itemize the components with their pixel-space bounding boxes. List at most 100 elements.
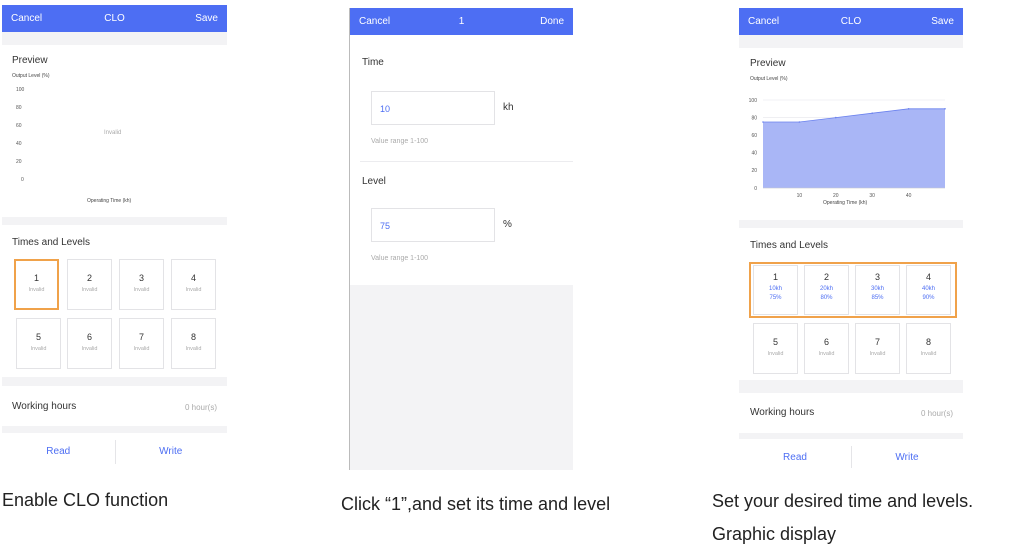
y-tick: 60 [751,133,757,139]
time-unit: kh [503,102,514,113]
times-levels-card: Times and Levels 1 10kh 75% 2 20kh 80% 3 3… [739,228,963,380]
tile-number: 5 [772,337,778,347]
level-tile-3[interactable]: 3 30kh 85% [855,265,900,315]
tile-status: Invalid [869,351,886,357]
level-input[interactable]: 75 [371,208,495,242]
data-point [907,108,910,110]
area-fill [763,108,945,188]
tile-status: Invalid [133,346,150,352]
chart-invalid-message: Invalid [104,130,122,136]
tile-number: 1 [33,273,39,283]
separator [360,161,573,162]
tile-status: Invalid [185,346,202,352]
y-tick: 0 [21,177,24,183]
level-tile-7[interactable]: 7 Invalid [119,318,164,369]
tile-number: 7 [874,337,880,347]
level-tile-6[interactable]: 6 Invalid [804,323,849,374]
tile-level: 80% [820,295,833,301]
tile-number: 7 [138,332,144,342]
nav-title: CLO [840,16,862,27]
tile-values: 20kh 80% [805,285,848,303]
level-tile-5[interactable]: 5 Invalid [16,318,61,369]
y-tick: 20 [16,159,22,165]
tile-status: Invalid [767,351,784,357]
tile-status: Invalid [30,346,47,352]
working-hours-row: Working hours 0 hour(s) [2,386,227,426]
level-unit: % [503,219,512,230]
done-button[interactable]: Done [540,16,564,27]
caption-step-2: Click “1”,and set its time and level [341,494,611,514]
data-point [871,112,873,114]
working-hours-label: Working hours [750,407,815,418]
x-tick: 10 [797,193,803,199]
tile-number: 4 [925,272,931,282]
y-tick: 60 [16,123,22,129]
tile-status: Invalid [920,351,937,357]
tile-number: 8 [925,337,931,347]
y-tick: 80 [751,115,757,121]
level-tile-1[interactable]: 1 Invalid [14,259,59,310]
tile-level: 90% [922,295,935,301]
level-tile-4[interactable]: 4 40kh 90% [906,265,951,315]
y-tick: 40 [751,151,757,157]
read-write-bar: Read Write [739,439,963,468]
x-axis-label: Operating Time (kh) [87,198,132,204]
tile-time: 10kh [768,286,782,292]
tile-number: 5 [35,332,41,342]
preview-card: Preview Output Level (%) 100 80 60 40 20… [2,45,227,217]
caption-step-3-line-1: Set your desired time and levels. [712,491,974,511]
nav-title: CLO [104,13,125,24]
tile-level: 75% [769,295,782,301]
tile-status: Invalid [818,351,835,357]
screen-enable-clo: Cancel CLO Save Preview Output Level (%)… [2,5,227,465]
level-tile-8[interactable]: 8 Invalid [906,323,951,374]
screen-graphic-display: Cancel CLO Save Preview Output Level (%)… [739,8,963,468]
read-button[interactable]: Read [2,433,115,465]
y-tick: 40 [16,141,22,147]
level-tile-2[interactable]: 2 Invalid [67,259,112,310]
write-button[interactable]: Write [115,433,228,465]
tile-status: Invalid [185,287,202,293]
data-point [944,108,946,110]
data-point [798,121,801,123]
level-tile-6[interactable]: 6 Invalid [67,318,112,369]
level-tile-8[interactable]: 8 Invalid [171,318,216,369]
nav-bar: Cancel CLO Save [739,8,963,35]
tile-status: Invalid [133,287,150,293]
nav-bar: Cancel CLO Save [2,5,227,32]
write-button[interactable]: Write [851,439,963,468]
level-hint: Value range 1-100 [371,255,429,262]
read-button[interactable]: Read [739,439,851,468]
nav-bar: Cancel 1 Done [350,8,573,35]
level-label: Level [362,176,386,187]
x-tick: 40 [906,193,912,199]
x-tick: 30 [869,193,875,199]
times-levels-title: Times and Levels [750,240,828,251]
level-tile-5[interactable]: 5 Invalid [753,323,798,374]
level-tile-2[interactable]: 2 20kh 80% [804,265,849,315]
tile-time: 30kh [870,286,884,292]
level-tile-7[interactable]: 7 Invalid [855,323,900,374]
caption-step-3-line-2: Graphic display [712,524,837,544]
tile-number: 4 [190,273,196,283]
level-tile-1[interactable]: 1 10kh 75% [753,265,798,315]
tile-number: 2 [823,272,829,282]
y-tick: 100 [749,98,758,104]
tile-number: 8 [190,332,196,342]
tile-status: Invalid [28,287,45,293]
level-tile-4[interactable]: 4 Invalid [171,259,216,310]
tile-number: 3 [874,272,880,282]
save-button[interactable]: Save [931,16,954,27]
tile-values: 40kh 90% [907,285,950,303]
caption-step-1: Enable CLO function [2,490,169,510]
y-tick: 80 [16,105,22,111]
tile-number: 6 [823,337,829,347]
tile-time: 20kh [819,286,833,292]
times-levels-title: Times and Levels [12,237,90,248]
tile-values: 10kh 75% [754,285,797,303]
save-button[interactable]: Save [195,13,218,24]
time-input[interactable]: 10 [371,91,495,125]
tile-status: Invalid [81,287,98,293]
level-tile-3[interactable]: 3 Invalid [119,259,164,310]
tile-level: 85% [871,295,884,301]
